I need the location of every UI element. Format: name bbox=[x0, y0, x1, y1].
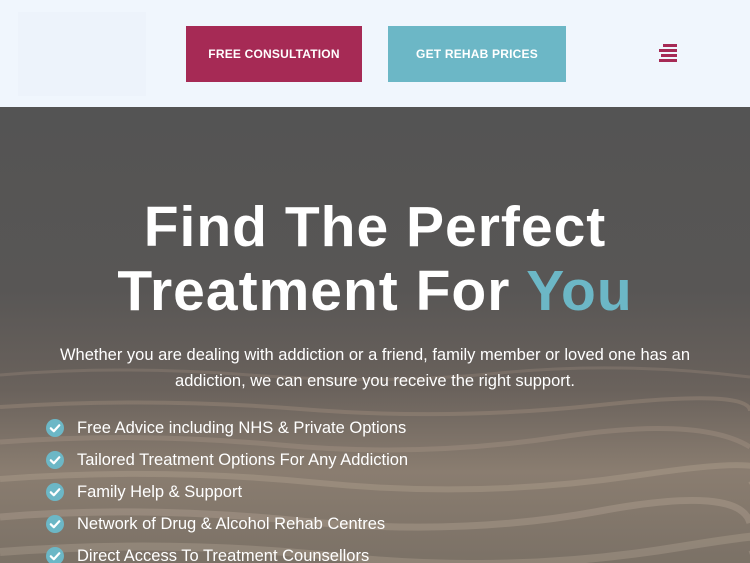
get-rehab-prices-button[interactable]: GET REHAB PRICES bbox=[388, 26, 566, 82]
feature-item: Family Help & Support bbox=[46, 476, 408, 508]
feature-label: Family Help & Support bbox=[77, 482, 243, 501]
check-circle-icon bbox=[46, 419, 64, 437]
feature-item: Network of Drug & Alcohol Rehab Centres bbox=[46, 508, 408, 540]
feature-label: Network of Drug & Alcohol Rehab Centres bbox=[77, 514, 386, 533]
hero-title-accent: You bbox=[526, 259, 633, 323]
hamburger-menu-icon[interactable] bbox=[657, 44, 679, 62]
hero-intro-text: Whether you are dealing with addiction o… bbox=[59, 346, 691, 390]
feature-label: Direct Access To Treatment Counsellors bbox=[77, 546, 370, 563]
logo-placeholder[interactable] bbox=[18, 12, 146, 96]
hero-title-line-1: Find The Perfect bbox=[143, 195, 607, 259]
check-circle-icon bbox=[46, 547, 64, 563]
check-circle-icon bbox=[46, 483, 64, 501]
free-consultation-button[interactable]: FREE CONSULTATION bbox=[186, 26, 362, 82]
feature-label: Free Advice including NHS & Private Opti… bbox=[77, 418, 407, 437]
feature-label: Tailored Treatment Options For Any Addic… bbox=[77, 450, 409, 469]
feature-item: Direct Access To Treatment Counsellors bbox=[46, 540, 408, 563]
feature-list: Free Advice including NHS & Private Opti… bbox=[46, 412, 408, 563]
hero-section: Find The Perfect Treatment For You Wheth… bbox=[0, 107, 750, 563]
hero-title: Find The Perfect Treatment For You bbox=[0, 195, 750, 323]
feature-item: Free Advice including NHS & Private Opti… bbox=[46, 412, 408, 444]
feature-item: Tailored Treatment Options For Any Addic… bbox=[46, 444, 408, 476]
hero-title-line-2: Treatment For bbox=[117, 259, 527, 323]
check-circle-icon bbox=[46, 451, 64, 469]
check-circle-icon bbox=[46, 515, 64, 533]
site-header: FREE CONSULTATION GET REHAB PRICES bbox=[0, 0, 750, 107]
